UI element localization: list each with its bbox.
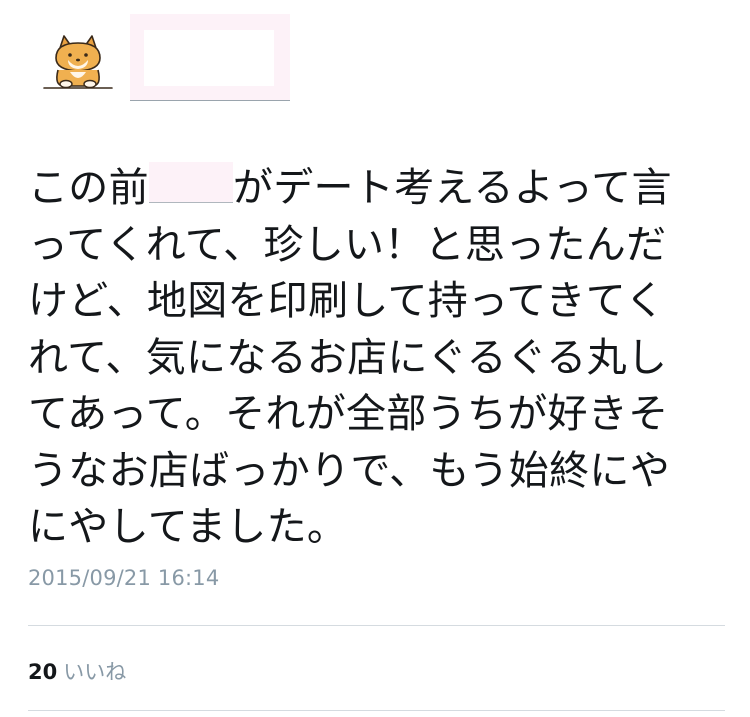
tweet-line: けど、地図を印刷して持ってきてく — [28, 278, 666, 324]
redacted-name-blank — [148, 162, 233, 203]
tweet-line: ってくれて、珍しい！と思ったんだ — [28, 221, 667, 268]
likes-label: いいね — [63, 660, 127, 684]
tweet-text-segment: この前 — [28, 165, 149, 211]
redacted-username — [130, 14, 290, 100]
shiba-dog-icon[interactable] — [40, 34, 116, 90]
tweet-line: うなお店ばっかりで、もう始終にや — [28, 447, 670, 494]
redaction-box — [144, 30, 274, 86]
tweet-timestamp[interactable]: 2015/09/21 16:14 — [28, 566, 219, 590]
username-underline — [130, 100, 290, 101]
tweet-line: てあって。それが全部うちが好きそ — [28, 391, 669, 437]
tweet-line: にやしてました。 — [28, 504, 348, 550]
tweet-line: れて、気になるお店にぐるぐる丸し — [28, 334, 668, 381]
tweet-text-segment: がデート考えるよって言 — [232, 165, 672, 211]
likes-count: 20 — [28, 660, 58, 684]
divider — [28, 625, 725, 626]
divider — [28, 710, 725, 711]
likes-stat[interactable]: 20 いいね — [28, 656, 126, 686]
tweet-text: この前 がデート考えるよって言 ってくれて、珍しい！と思ったんだ けど、地図を印刷… — [28, 160, 728, 556]
tweet-line: この前 がデート考えるよって言 — [28, 160, 728, 217]
redaction-fill — [148, 162, 233, 202]
